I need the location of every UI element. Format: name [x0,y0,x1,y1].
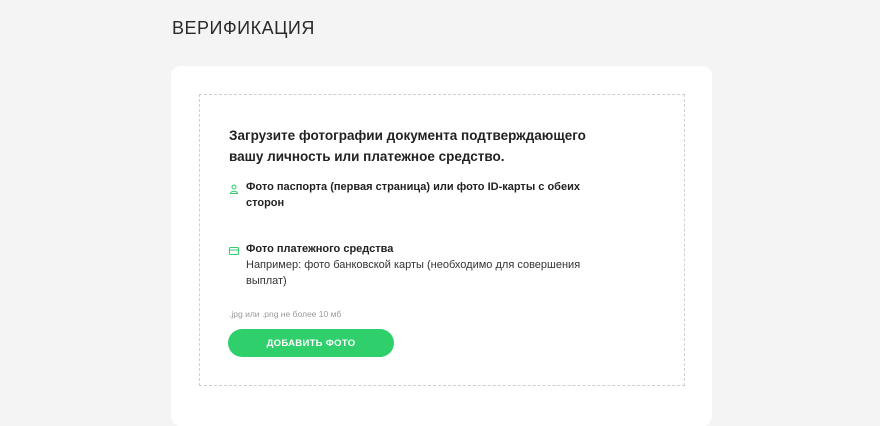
upload-dropzone[interactable]: Загрузите фотографии документа подтвержд… [199,94,685,386]
requirement-title: Фото паспорта (первая страница) или фото… [246,181,580,209]
upload-instructions: Загрузите фотографии документа подтвержд… [229,128,586,164]
requirement-payment-method: Фото платежного средства Например: фото … [229,241,586,289]
page-title: ВЕРИФИКАЦИЯ [172,18,315,38]
requirement-title: Фото платежного средства [246,243,394,255]
file-format-hint: .jpg или .png не более 10 мб [229,309,342,319]
add-photo-button[interactable]: ДОБАВИТЬ ФОТО [228,329,394,357]
person-icon [229,181,239,194]
verification-card: Загрузите фотографии документа подтвержд… [171,66,712,426]
card-icon [229,243,239,255]
requirement-description: Например: фото банковской карты (необход… [246,259,581,287]
requirement-passport: Фото паспорта (первая страница) или фото… [229,179,586,211]
